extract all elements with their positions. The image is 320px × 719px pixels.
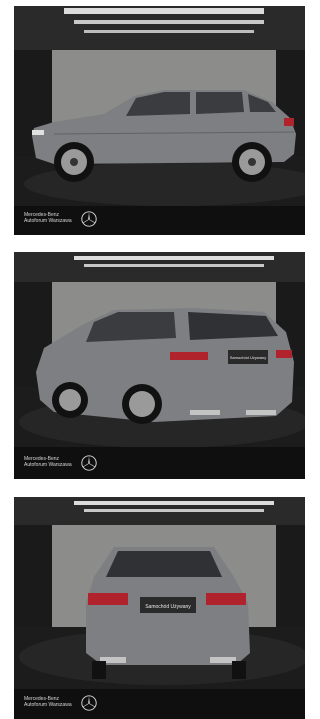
rear-view-scene: Samochód Używany	[14, 497, 305, 719]
dealer-line: Autoforum Warszawa	[24, 462, 72, 468]
mercedes-star-icon	[81, 211, 97, 227]
mercedes-star-icon	[81, 455, 97, 471]
dealer-line: Autoforum Warszawa	[24, 702, 72, 708]
dealer-plate: Samochód Używany	[230, 355, 266, 360]
mercedes-star-icon	[81, 695, 97, 711]
car-photo-rear[interactable]: Samochód Używany Mercedes-Benz Autoforum…	[14, 497, 305, 719]
dealer-caption: Mercedes-Benz Autoforum Warszawa	[24, 212, 72, 224]
dealer-caption: Mercedes-Benz Autoforum Warszawa	[24, 696, 72, 708]
dealer-line: Autoforum Warszawa	[24, 218, 72, 224]
car-photo-side[interactable]: Mercedes-Benz Autoforum Warszawa	[14, 6, 305, 235]
dealer-plate: Samochód Używany	[145, 604, 191, 610]
dealer-caption: Mercedes-Benz Autoforum Warszawa	[24, 456, 72, 468]
side-view-scene	[14, 6, 305, 235]
rear-three-quarter-scene: Samochód Używany	[14, 252, 305, 479]
car-photo-rear-three-quarter[interactable]: Samochód Używany Mercedes-Benz Autoforum…	[14, 252, 305, 479]
